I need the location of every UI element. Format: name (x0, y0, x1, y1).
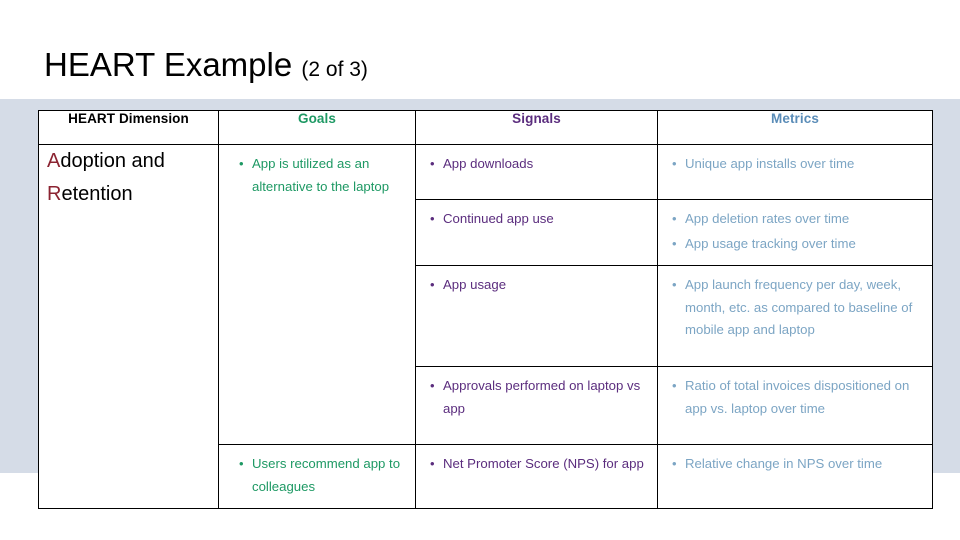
list-item: App usage tracking over time (670, 233, 922, 256)
signals-cell: Continued app use (415, 199, 658, 266)
signals-cell: Approvals performed on laptop vs app (415, 366, 658, 445)
signals-cell: App usage (415, 265, 658, 367)
goals-list: App is utilized as an alternative to the… (219, 145, 415, 208)
list-item: Unique app installs over time (670, 153, 922, 176)
dimension-label: Adoption and Retention (39, 145, 218, 211)
signals-list: App usage (416, 266, 657, 307)
page-title: HEART Example (2 of 3) (44, 44, 368, 91)
list-item: Net Promoter Score (NPS) for app (428, 453, 647, 476)
list-item: App deletion rates over time (670, 208, 922, 231)
metrics-cell: App launch frequency per day, week, mont… (657, 265, 933, 367)
goals-cell-primary: App is utilized as an alternative to the… (218, 144, 416, 445)
list-item: Ratio of total invoices dispositioned on… (670, 375, 922, 420)
metrics-list: App deletion rates over time App usage t… (658, 200, 932, 265)
column-header-dimension: HEART Dimension (38, 110, 219, 145)
signals-list: Approvals performed on laptop vs app (416, 367, 657, 430)
page-title-sub: (2 of 3) (301, 58, 368, 81)
table-row: Adoption and Retention App is utilized a… (38, 144, 933, 509)
metrics-list: App launch frequency per day, week, mont… (658, 266, 932, 352)
list-item: Users recommend app to colleagues (237, 453, 405, 498)
list-item: App launch frequency per day, week, mont… (670, 274, 922, 342)
metrics-cell: Ratio of total invoices dispositioned on… (657, 366, 933, 445)
dimension-rest-2: etention (61, 183, 133, 205)
dimension-accent-r: R (47, 183, 62, 205)
goals-list: Users recommend app to colleagues (219, 445, 415, 508)
list-item: Relative change in NPS over time (670, 453, 922, 476)
list-item: Continued app use (428, 208, 647, 231)
metrics-cell: Relative change in NPS over time (657, 444, 933, 509)
signals-cell: App downloads (415, 144, 658, 200)
column-header-goals: Goals (218, 110, 416, 145)
metrics-list: Ratio of total invoices dispositioned on… (658, 367, 932, 430)
signals-list: App downloads (416, 145, 657, 186)
list-item: Approvals performed on laptop vs app (428, 375, 647, 420)
goals-cell-secondary: Users recommend app to colleagues (218, 444, 416, 509)
metrics-cell: App deletion rates over time App usage t… (657, 199, 933, 266)
signals-list: Continued app use (416, 200, 657, 241)
signals-cell: Net Promoter Score (NPS) for app (415, 444, 658, 509)
signals-list: Net Promoter Score (NPS) for app (416, 445, 657, 486)
metrics-list: Relative change in NPS over time (658, 445, 932, 486)
table-header-row: HEART Dimension Goals Signals Metrics (38, 110, 933, 145)
column-header-metrics: Metrics (657, 110, 933, 145)
dimension-accent-a: A (47, 150, 61, 172)
dimension-rest-1: doption and (60, 150, 165, 172)
list-item: App usage (428, 274, 647, 297)
metrics-cell: Unique app installs over time (657, 144, 933, 200)
column-header-signals: Signals (415, 110, 658, 145)
heart-framework-table: HEART Dimension Goals Signals Metrics Ad… (38, 110, 933, 509)
list-item: App downloads (428, 153, 647, 176)
metrics-list: Unique app installs over time (658, 145, 932, 186)
page-title-main: HEART Example (44, 46, 302, 83)
list-item: App is utilized as an alternative to the… (237, 153, 405, 198)
dimension-cell: Adoption and Retention (38, 144, 219, 509)
